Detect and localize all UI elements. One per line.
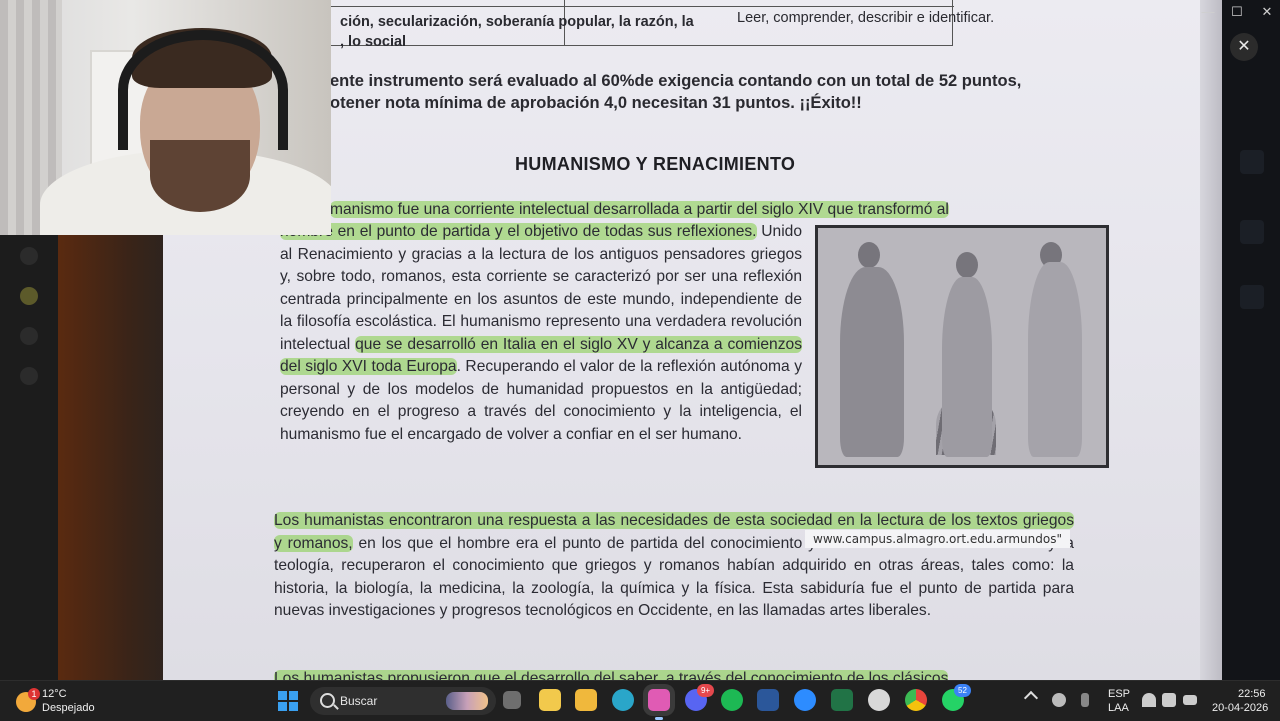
background-wall (58, 235, 176, 680)
settings-icon[interactable] (20, 367, 38, 385)
search-icon (320, 693, 335, 708)
right-panel (1222, 0, 1280, 680)
close-viewer-button[interactable]: ✕ (1230, 33, 1258, 61)
discord-badge: 9+ (697, 684, 714, 697)
vitruvian-man-figure (840, 267, 904, 457)
discord-icon[interactable]: 9+ (685, 684, 714, 711)
file-explorer-icon[interactable] (539, 689, 561, 711)
wifi-icon[interactable] (1142, 693, 1156, 707)
copilot-icon[interactable] (648, 689, 670, 720)
excel-icon[interactable] (831, 689, 853, 711)
minimize-button[interactable]: — (1193, 4, 1223, 19)
task-view-icon[interactable] (503, 691, 521, 709)
venus-figure (942, 277, 992, 457)
weather-temperature: 12°C (42, 688, 67, 700)
search-highlight-image (446, 692, 488, 710)
tray-overflow-chevron-icon[interactable] (1023, 690, 1039, 706)
app-glyph-icon (1240, 220, 1264, 244)
zoom-icon[interactable] (794, 689, 816, 711)
paragraph-1-first-line: manismo fue una corriente intelectual de… (330, 201, 949, 218)
app-logo-icon (1240, 150, 1264, 174)
page-edge (1200, 0, 1222, 680)
table-cell-content: ción, secularización, soberanía popular,… (340, 14, 694, 50)
webcam-overlay (0, 0, 331, 235)
keyboard-layout-indicator[interactable]: LAA (1108, 702, 1129, 714)
renaissance-artwork-image (815, 225, 1109, 468)
url-tooltip: www.campus.almagro.ort.edu.armundos" (805, 530, 1070, 548)
taskbar-search[interactable]: Buscar (310, 687, 496, 715)
weather-condition: Despejado (42, 702, 95, 714)
left-toolbar (0, 235, 58, 680)
whatsapp-badge: 52 (954, 684, 971, 697)
paragraph-1: hombre en el punto de partida y el objet… (280, 223, 803, 443)
chrome-icon[interactable] (905, 689, 927, 711)
toolbar-avatar-icon[interactable] (20, 287, 38, 305)
spotify-icon[interactable] (721, 689, 743, 711)
whatsapp-icon[interactable]: 52 (942, 684, 971, 711)
volume-icon[interactable] (1162, 693, 1176, 707)
battery-icon[interactable] (1183, 695, 1197, 705)
add-icon[interactable] (20, 327, 38, 345)
paragraph-2: Los humanistas encontraron una respuesta… (274, 512, 1074, 619)
app-glyph-icon (1240, 285, 1264, 309)
windows-logo-icon (278, 691, 287, 700)
start-button[interactable] (278, 691, 298, 711)
grading-note: ente instrumento será evaluado al 60%de … (330, 72, 1022, 112)
taskbar: 1 12°C Despejado Buscar 9+ 52 ESP LAA 22… (0, 680, 1280, 721)
store-icon[interactable] (575, 689, 597, 711)
headset-icon (118, 30, 288, 150)
edge-icon[interactable] (612, 689, 634, 711)
microphone-icon[interactable] (1081, 693, 1089, 707)
weather-widget[interactable]: 1 12°C Despejado (14, 686, 134, 716)
page-title: HUMANISMO Y RENACIMIENTO (515, 154, 796, 174)
table-cell-skills: Leer, comprender, describir e identifica… (737, 10, 995, 26)
clock-time[interactable]: 22:56 (1238, 688, 1266, 700)
david-figure (1028, 262, 1082, 457)
clock-date[interactable]: 20-04-2026 (1212, 702, 1268, 714)
word-icon[interactable] (757, 689, 779, 711)
search-label: Buscar (340, 694, 378, 708)
beard (150, 140, 250, 212)
onedrive-icon[interactable] (1052, 693, 1066, 707)
toolbar-icon[interactable] (20, 247, 38, 265)
maximize-button[interactable]: ☐ (1222, 4, 1252, 20)
weather-badge: 1 (28, 688, 40, 700)
language-indicator[interactable]: ESP (1108, 688, 1130, 700)
close-window-button[interactable]: ✕ (1252, 4, 1280, 20)
chatgpt-icon[interactable] (868, 689, 890, 711)
